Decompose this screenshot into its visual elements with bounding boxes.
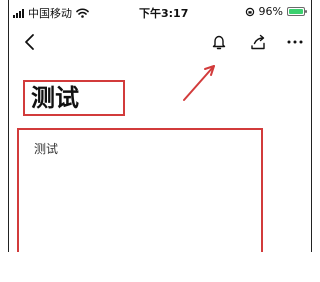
signal-icon [13, 8, 24, 18]
share-button[interactable] [247, 24, 269, 60]
notification-button[interactable] [209, 24, 229, 60]
status-bar: 中国移动 下午3:17 96% [9, 0, 311, 22]
status-right: 96% [245, 5, 307, 18]
carrier-label: 中国移动 [28, 7, 72, 20]
chevron-left-icon [25, 34, 34, 50]
back-button[interactable] [21, 24, 39, 60]
status-time: 下午3:17 [139, 7, 189, 20]
wifi-icon [76, 8, 89, 18]
battery-icon [287, 7, 307, 16]
navigation-bar [9, 24, 311, 60]
page-title: 测试 [31, 84, 79, 112]
share-icon [251, 34, 265, 50]
more-button[interactable] [285, 24, 305, 60]
more-horizontal-icon [287, 40, 303, 44]
rotation-lock-icon [245, 7, 254, 16]
battery-percentage: 96% [258, 5, 283, 18]
bell-icon [212, 35, 226, 50]
status-left: 中国移动 [13, 5, 89, 21]
content-text: 测试 [34, 142, 59, 156]
phone-screen: 中国移动 下午3:17 96% 测试 测试 [8, 0, 312, 252]
